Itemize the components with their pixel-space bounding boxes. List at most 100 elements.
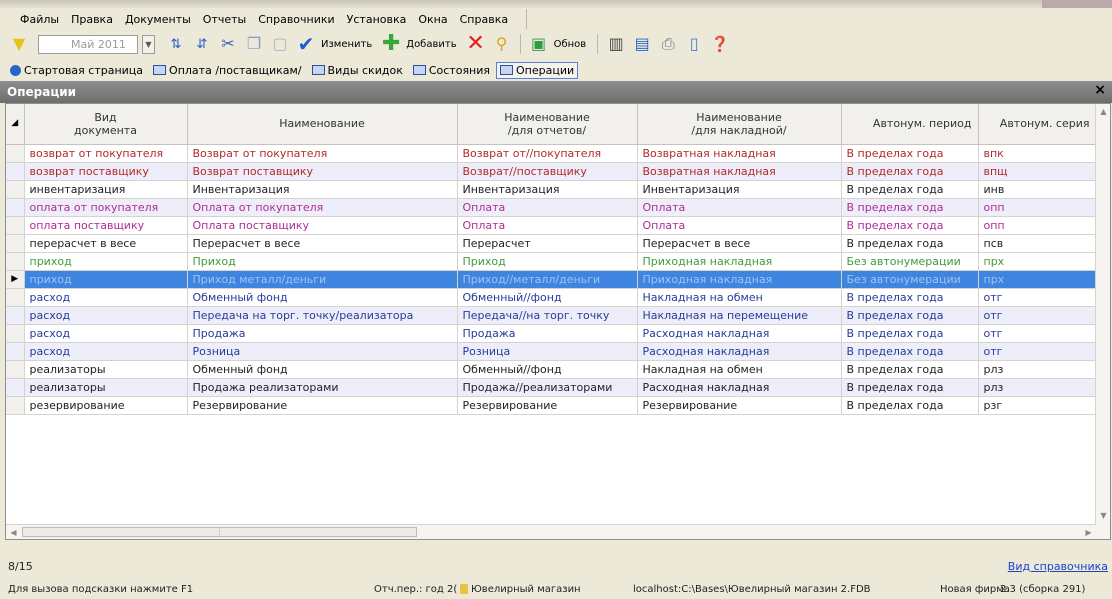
column-header-doc-type[interactable]: Вид документа bbox=[24, 104, 188, 145]
sort-ascending-icon[interactable]: ⇅ bbox=[165, 33, 187, 55]
row-indicator[interactable] bbox=[6, 360, 25, 379]
cell-doc[interactable]: резервирование bbox=[24, 396, 188, 415]
cell-doc[interactable]: приход bbox=[24, 252, 188, 271]
cell-inv[interactable]: Резервирование bbox=[637, 396, 842, 415]
select-all-corner[interactable]: ◢ bbox=[6, 104, 25, 145]
scroll-left-icon[interactable]: ◀ bbox=[6, 525, 21, 539]
table-row[interactable]: перерасчет в весе Перерасчет в весе Перера… bbox=[6, 234, 1097, 253]
tab-4[interactable]: Операции bbox=[496, 61, 579, 79]
cell-period[interactable]: В пределах года bbox=[841, 144, 979, 163]
menu-item[interactable]: Справочники bbox=[252, 13, 340, 26]
cell-name[interactable]: Перерасчет в весе bbox=[187, 234, 458, 253]
close-icon[interactable]: × bbox=[1094, 82, 1106, 98]
add-plus-icon[interactable]: ✚ bbox=[380, 33, 402, 55]
cell-rep[interactable]: Передача//на торг. точку bbox=[457, 306, 638, 325]
cell-series[interactable]: отг bbox=[978, 342, 1097, 361]
cell-name[interactable]: Розница bbox=[187, 342, 458, 361]
cell-series[interactable]: инв bbox=[978, 180, 1097, 199]
cell-rep[interactable]: Инвентаризация bbox=[457, 180, 638, 199]
reference-view-link[interactable]: Вид справочника bbox=[1008, 560, 1108, 573]
tab-0[interactable]: Стартовая страница bbox=[6, 62, 147, 79]
cell-period[interactable]: В пределах года bbox=[841, 306, 979, 325]
cell-period[interactable]: Без автонумерации bbox=[841, 252, 979, 271]
cell-rep[interactable]: Резервирование bbox=[457, 396, 638, 415]
cell-rep[interactable]: Приход//металл/деньги bbox=[457, 270, 638, 289]
export-icon[interactable]: ▤ bbox=[631, 33, 653, 55]
search-icon[interactable]: ⚲ bbox=[491, 33, 513, 55]
cell-name[interactable]: Резервирование bbox=[187, 396, 458, 415]
menu-item[interactable]: Правка bbox=[65, 13, 119, 26]
cell-series[interactable]: прх bbox=[978, 270, 1097, 289]
cell-doc[interactable]: перерасчет в весе bbox=[24, 234, 188, 253]
cell-period[interactable]: В пределах года bbox=[841, 162, 979, 181]
row-indicator[interactable] bbox=[6, 288, 25, 307]
cell-inv[interactable]: Расходная накладная bbox=[637, 378, 842, 397]
cell-inv[interactable]: Накладная на обмен bbox=[637, 360, 842, 379]
cell-rep[interactable]: Обменный//фонд bbox=[457, 360, 638, 379]
cell-doc[interactable]: оплата поставщику bbox=[24, 216, 188, 235]
cell-inv[interactable]: Перерасчет в весе bbox=[637, 234, 842, 253]
cell-rep[interactable]: Приход bbox=[457, 252, 638, 271]
cell-doc[interactable]: приход bbox=[24, 270, 188, 289]
cell-rep[interactable]: Возврат от//покупателя bbox=[457, 144, 638, 163]
delete-icon[interactable]: ✕ bbox=[465, 33, 487, 55]
window-controls[interactable] bbox=[1042, 0, 1112, 8]
cell-doc[interactable]: реализаторы bbox=[24, 378, 188, 397]
menu-item[interactable]: Отчеты bbox=[197, 13, 252, 26]
cell-series[interactable]: отг bbox=[978, 324, 1097, 343]
cell-doc[interactable]: расход bbox=[24, 288, 188, 307]
row-indicator[interactable]: ▶ bbox=[6, 270, 25, 289]
cell-inv[interactable]: Приходная накладная bbox=[637, 252, 842, 271]
cell-name[interactable]: Инвентаризация bbox=[187, 180, 458, 199]
cell-rep[interactable]: Продажа bbox=[457, 324, 638, 343]
document-icon[interactable]: ▯ bbox=[683, 33, 705, 55]
cell-doc[interactable]: расход bbox=[24, 324, 188, 343]
cell-rep[interactable]: Обменный//фонд bbox=[457, 288, 638, 307]
cell-inv[interactable]: Расходная накладная bbox=[637, 342, 842, 361]
table-row[interactable]: реализаторы Обменный фонд Обменный//фонд На… bbox=[6, 360, 1097, 379]
cell-doc[interactable]: возврат поставщику bbox=[24, 162, 188, 181]
cell-doc[interactable]: оплата от покупателя bbox=[24, 198, 188, 217]
cell-rep[interactable]: Оплата bbox=[457, 198, 638, 217]
table-row[interactable]: расход Обменный фонд Обменный//фонд Накладн… bbox=[6, 288, 1097, 307]
filter-icon[interactable]: ▼ bbox=[8, 33, 30, 55]
cell-period[interactable]: В пределах года bbox=[841, 360, 979, 379]
row-indicator[interactable] bbox=[6, 180, 25, 199]
refresh-button-label[interactable]: Обнов bbox=[554, 39, 587, 50]
table-row[interactable]: расход Продажа Продажа Расходная накладная В… bbox=[6, 324, 1097, 343]
vertical-scrollbar[interactable]: ▲ ▼ bbox=[1095, 104, 1110, 539]
cell-name[interactable]: Обменный фонд bbox=[187, 360, 458, 379]
cell-name[interactable]: Приход металл/деньги bbox=[187, 270, 458, 289]
cell-name[interactable]: Приход bbox=[187, 252, 458, 271]
cell-series[interactable]: прх bbox=[978, 252, 1097, 271]
column-header-name[interactable]: Наименование bbox=[187, 104, 458, 145]
cell-period[interactable]: В пределах года bbox=[841, 198, 979, 217]
row-indicator[interactable] bbox=[6, 162, 25, 181]
column-header-name-invoice[interactable]: Наименование/для накладной/ bbox=[637, 104, 842, 145]
cell-rep[interactable]: Розница bbox=[457, 342, 638, 361]
cell-series[interactable]: псв bbox=[978, 234, 1097, 253]
help-icon[interactable]: ❓ bbox=[709, 33, 731, 55]
cell-inv[interactable]: Возвратная накладная bbox=[637, 144, 842, 163]
scroll-up-icon[interactable]: ▲ bbox=[1096, 104, 1110, 119]
cut-icon[interactable]: ✂ bbox=[217, 33, 239, 55]
table-row[interactable]: расход Передача на торг. точку/реализатор… bbox=[6, 306, 1097, 325]
row-indicator[interactable] bbox=[6, 252, 25, 271]
sort-descending-icon[interactable]: ⇵ bbox=[191, 33, 213, 55]
menu-item[interactable]: Файлы bbox=[14, 13, 65, 26]
cell-period[interactable]: Без автонумерации bbox=[841, 270, 979, 289]
row-indicator[interactable] bbox=[6, 234, 25, 253]
menu-item[interactable]: Установка bbox=[341, 13, 413, 26]
cell-name[interactable]: Оплата поставщику bbox=[187, 216, 458, 235]
edit-check-icon[interactable]: ✔ bbox=[295, 33, 317, 55]
cell-inv[interactable]: Накладная на перемещение bbox=[637, 306, 842, 325]
cell-period[interactable]: В пределах года bbox=[841, 342, 979, 361]
cell-period[interactable]: В пределах года bbox=[841, 396, 979, 415]
cell-period[interactable]: В пределах года bbox=[841, 378, 979, 397]
cell-series[interactable]: впщ bbox=[978, 162, 1097, 181]
cell-series[interactable]: рлз bbox=[978, 360, 1097, 379]
row-indicator[interactable] bbox=[6, 324, 25, 343]
edit-button-label[interactable]: Изменить bbox=[321, 39, 372, 50]
row-indicator[interactable] bbox=[6, 342, 25, 361]
horizontal-scroll-thumb[interactable]: ⋮ bbox=[22, 527, 417, 537]
